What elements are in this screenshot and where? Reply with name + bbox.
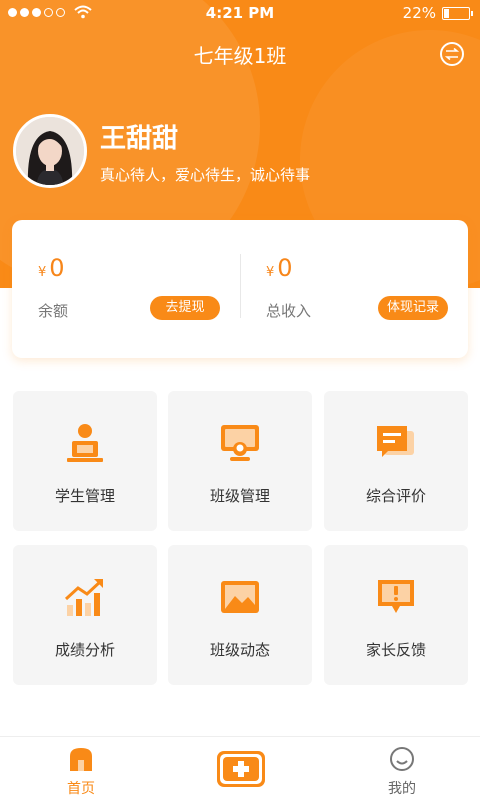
settings-button[interactable] xyxy=(440,42,464,66)
tab-home-label: 首页 xyxy=(67,781,95,797)
battery-status: 22% xyxy=(402,4,473,22)
balance-amount: ¥0 xyxy=(38,254,65,282)
chart-icon xyxy=(64,579,103,616)
user-motto: 真心待人，爱心待生，诚心待事 xyxy=(100,166,311,184)
income-amount: ¥0 xyxy=(266,254,293,282)
page-title: 七年级1班 xyxy=(193,44,287,68)
tab-home[interactable]: 首页 xyxy=(41,737,121,800)
status-bar: 4:21 PM 22% xyxy=(0,0,480,28)
wallet-card: ¥0 余额 去提现 ¥0 总收入 体现记录 xyxy=(12,220,468,358)
grid-item-class-updates[interactable]: 班级动态 xyxy=(168,545,312,685)
feedback-icon xyxy=(378,580,414,613)
student-icon xyxy=(67,424,103,462)
class-icon xyxy=(221,425,259,461)
grid-item-label: 成绩分析 xyxy=(54,641,115,659)
tab-bar: 首页 我的 xyxy=(0,736,480,800)
card-divider xyxy=(240,254,241,318)
add-icon xyxy=(217,751,265,787)
currency-symbol: ¥ xyxy=(38,265,47,280)
image-icon xyxy=(221,581,259,613)
income-label: 总收入 xyxy=(266,302,312,320)
screen: 4:21 PM 22% 七年级1班 王甜甜 真心待人，爱心待生，诚心待事 ¥0 … xyxy=(0,0,480,800)
tab-mine-label: 我的 xyxy=(388,781,416,797)
grid-item-evaluation[interactable]: 综合评价 xyxy=(324,391,468,531)
grid-item-label: 家长反馈 xyxy=(365,641,426,659)
grid-item-label: 综合评价 xyxy=(365,487,426,505)
currency-symbol: ¥ xyxy=(266,265,275,280)
grid-item-score-analysis[interactable]: 成绩分析 xyxy=(13,545,157,685)
evaluation-icon xyxy=(377,426,414,457)
grid-item-label: 班级管理 xyxy=(209,487,270,505)
grid-item-student-management[interactable]: 学生管理 xyxy=(13,391,157,531)
withdraw-button[interactable]: 去提现 xyxy=(150,296,220,320)
tab-mine[interactable]: 我的 xyxy=(362,737,442,800)
swap-icon xyxy=(445,48,459,60)
user-name: 王甜甜 xyxy=(100,124,179,154)
battery-percent: 22% xyxy=(402,4,436,22)
grid-item-label: 班级动态 xyxy=(209,641,270,659)
avatar-image xyxy=(16,117,84,185)
add-button[interactable] xyxy=(216,749,266,789)
battery-icon xyxy=(442,6,473,20)
balance-label: 余额 xyxy=(38,302,69,320)
income-value: 0 xyxy=(277,254,293,282)
records-button[interactable]: 体现记录 xyxy=(378,296,448,320)
profile-icon xyxy=(390,747,414,771)
balance-value: 0 xyxy=(49,254,65,282)
home-icon xyxy=(70,748,92,771)
grid-item-class-management[interactable]: 班级管理 xyxy=(168,391,312,531)
grid-item-parent-feedback[interactable]: 家长反馈 xyxy=(324,545,468,685)
avatar[interactable] xyxy=(13,114,87,188)
grid-item-label: 学生管理 xyxy=(54,487,115,505)
